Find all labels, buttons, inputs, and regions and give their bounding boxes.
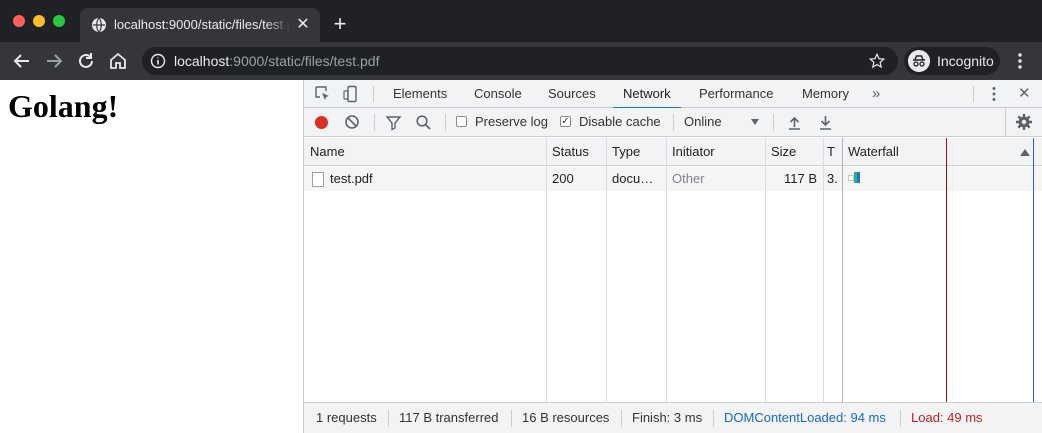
clear-icon[interactable]	[344, 114, 360, 130]
browser-menu-icon[interactable]	[1010, 51, 1030, 71]
request-status: 200	[552, 171, 574, 186]
divider	[973, 86, 974, 102]
summary-load: Load: 49 ms	[911, 410, 983, 425]
tab-strip: localhost:9000/static/files/test.pdf ✕ +	[0, 0, 1042, 42]
table-header: Name Status Type Initiator Size T Waterf…	[304, 138, 1042, 166]
divider	[1005, 108, 1006, 136]
browser-tab[interactable]: localhost:9000/static/files/test.pdf ✕	[80, 8, 320, 42]
column-divider	[546, 138, 547, 402]
tab-console[interactable]: Console	[474, 80, 522, 108]
tab-elements[interactable]: Elements	[393, 80, 447, 108]
device-toolbar-icon[interactable]	[342, 85, 360, 103]
summary-resources: 16 B resources	[522, 410, 610, 425]
globe-icon	[92, 17, 106, 33]
column-divider	[666, 138, 667, 402]
table-row[interactable]: test.pdf 200 docu… Other 117 B 3.	[304, 167, 842, 191]
disable-cache-label: Disable cache	[579, 114, 661, 129]
request-name[interactable]: test.pdf	[324, 167, 546, 191]
home-icon[interactable]	[106, 49, 130, 73]
request-initiator: Other	[672, 171, 705, 186]
network-summary-bar: 1 requests 117 B transferred 16 B resour…	[304, 402, 1042, 433]
column-header-time[interactable]: T	[823, 138, 842, 166]
browser-toolbar: localhost:9000/static/files/test.pdf Inc…	[0, 42, 1042, 80]
back-icon[interactable]	[10, 49, 34, 73]
divider	[673, 114, 674, 131]
new-tab-button[interactable]: +	[328, 12, 352, 36]
summary-dom-content-loaded: DOMContentLoaded: 94 ms	[724, 410, 886, 425]
divider	[511, 410, 512, 427]
divider	[773, 114, 774, 131]
request-type: docu…	[612, 171, 654, 186]
incognito-label: Incognito	[937, 53, 994, 69]
address-bar[interactable]: localhost:9000/static/files/test.pdf	[142, 47, 898, 75]
divider	[900, 410, 901, 427]
tab-memory[interactable]: Memory	[802, 80, 849, 108]
import-har-icon[interactable]	[786, 114, 803, 131]
inspect-element-icon[interactable]	[314, 85, 332, 103]
zoom-window-button[interactable]	[53, 15, 65, 27]
load-event-line	[946, 138, 947, 402]
column-header-name[interactable]: Name	[304, 138, 546, 166]
export-har-icon[interactable]	[817, 114, 834, 131]
bookmark-star-icon[interactable]	[868, 52, 886, 70]
filter-icon[interactable]	[385, 114, 402, 131]
url-path: :9000/static/files/test.pdf	[229, 53, 380, 69]
url-host: localhost	[174, 53, 230, 69]
column-divider	[842, 138, 843, 402]
summary-transferred: 117 B transferred	[399, 410, 499, 425]
forward-icon[interactable]	[42, 49, 66, 73]
waterfall-download-bar	[857, 172, 860, 183]
column-header-size[interactable]: Size	[765, 138, 823, 166]
page-heading: Golang!	[8, 88, 119, 124]
tab-sources[interactable]: Sources	[548, 80, 596, 108]
record-button[interactable]	[315, 116, 328, 129]
devtools-tabbar: Elements Console Sources Network Perform…	[304, 80, 1042, 109]
throttling-select[interactable]: Online	[684, 114, 722, 129]
chevron-down-icon[interactable]	[751, 119, 759, 125]
more-tabs-icon[interactable]: »	[872, 80, 880, 107]
summary-finish: Finish: 3 ms	[632, 410, 703, 425]
document-icon	[312, 172, 324, 187]
divider	[713, 410, 714, 427]
close-devtools-icon[interactable]: ✕	[1018, 80, 1031, 108]
incognito-icon	[908, 50, 930, 72]
close-tab-icon[interactable]: ✕	[294, 16, 312, 34]
url-text: localhost:9000/static/files/test.pdf	[174, 53, 379, 69]
network-request-table: Name Status Type Initiator Size T Waterf…	[304, 138, 1042, 402]
dom-content-loaded-line	[1033, 138, 1034, 402]
column-header-status[interactable]: Status	[546, 138, 606, 166]
reload-icon[interactable]	[74, 49, 98, 73]
close-window-button[interactable]	[13, 15, 25, 27]
tab-title: localhost:9000/static/files/test.pdf	[114, 17, 290, 32]
column-divider	[606, 138, 607, 402]
preserve-log-checkbox[interactable]	[456, 116, 467, 127]
tab-network[interactable]: Network	[613, 80, 681, 109]
divider	[445, 114, 446, 131]
info-icon[interactable]	[150, 53, 166, 69]
divider	[388, 410, 389, 427]
minimize-window-button[interactable]	[33, 15, 45, 27]
search-icon[interactable]	[415, 114, 432, 131]
request-time: 3.	[827, 171, 838, 186]
devtools-panel: Elements Console Sources Network Perform…	[303, 80, 1042, 433]
column-divider	[823, 138, 824, 402]
network-toolbar: Preserve log ✓ Disable cache Online	[304, 108, 1042, 137]
divider	[374, 114, 375, 131]
summary-requests: 1 requests	[316, 410, 377, 425]
incognito-badge[interactable]: Incognito	[904, 47, 1000, 75]
preserve-log-label: Preserve log	[475, 114, 548, 129]
column-divider	[765, 138, 766, 402]
divider	[373, 86, 374, 102]
divider	[621, 410, 622, 427]
waterfall-row[interactable]	[842, 167, 1042, 191]
devtools-menu-icon[interactable]	[985, 85, 1003, 103]
request-size: 117 B	[783, 171, 817, 186]
column-header-initiator[interactable]: Initiator	[666, 138, 765, 166]
disable-cache-checkbox[interactable]: ✓	[560, 116, 571, 127]
gear-icon[interactable]	[1015, 113, 1033, 131]
column-header-waterfall[interactable]: Waterfall	[842, 138, 1012, 166]
tab-performance[interactable]: Performance	[699, 80, 773, 108]
sort-ascending-icon[interactable]	[1020, 149, 1030, 156]
column-header-type[interactable]: Type	[606, 138, 666, 166]
